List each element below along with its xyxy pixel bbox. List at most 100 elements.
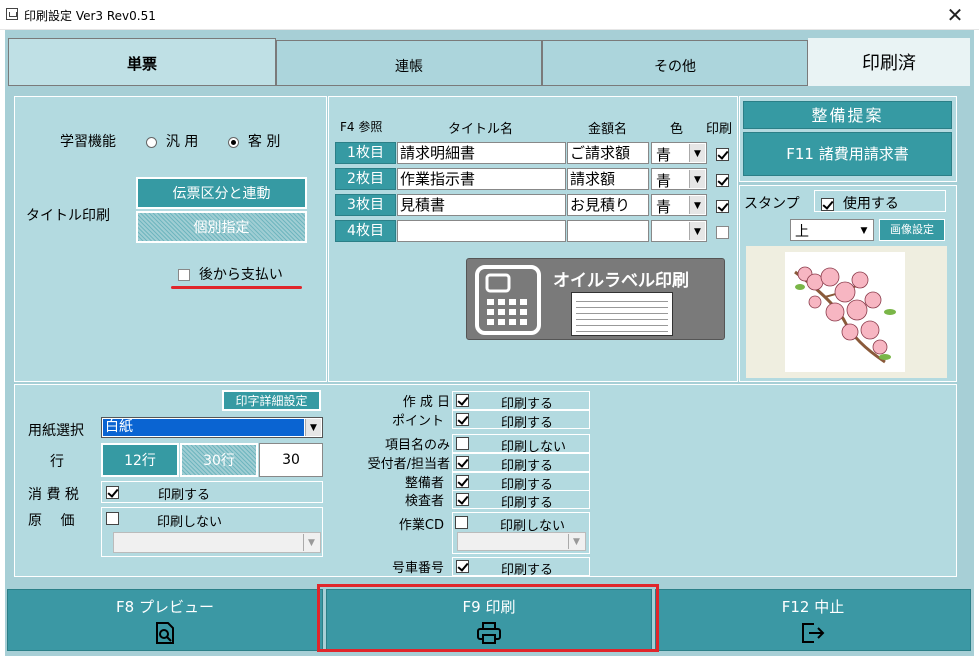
tab-other[interactable]: その他: [542, 40, 808, 86]
close-icon[interactable]: ✕: [935, 2, 975, 28]
stamp-position-select[interactable]: 上 ▼: [790, 219, 874, 241]
row2-color-value: 青: [656, 172, 672, 190]
chevron-down-icon: ▼: [689, 196, 705, 214]
image-settings-button[interactable]: 画像設定: [879, 219, 945, 241]
chevron-down-icon: ▼: [305, 419, 321, 436]
opt-workcd-label: 作業CD: [398, 518, 444, 533]
opt-workcd-check: [455, 516, 468, 529]
tax-checkbox[interactable]: 印刷する: [101, 481, 323, 503]
chevron-down-icon: ▼: [689, 222, 705, 240]
window-title: 印刷設定 Ver3 Rev0.51: [24, 9, 156, 23]
row2-no[interactable]: 2枚目: [335, 168, 396, 190]
rows-30-button[interactable]: 30行: [180, 443, 258, 477]
tab-single[interactable]: 単票: [8, 38, 276, 86]
tab-printed[interactable]: 印刷済: [808, 38, 970, 86]
row1-color-select[interactable]: 青 ▼: [651, 142, 707, 164]
paper-select[interactable]: 白紙 ▼: [101, 417, 323, 438]
opt-inspector-value: 印刷する: [501, 496, 554, 511]
print-detail-settings-button[interactable]: 印字詳細設定: [222, 390, 321, 411]
opt-carno-value: 印刷する: [501, 563, 554, 578]
chevron-down-icon: ▼: [303, 534, 319, 551]
cost-checkbox[interactable]: 印刷しない: [106, 511, 222, 530]
row3-title[interactable]: 見積書: [397, 194, 566, 216]
radio-customer[interactable]: 客 別: [228, 131, 280, 151]
row2-print-check[interactable]: [716, 174, 729, 187]
f12-cancel-button[interactable]: F12 中止: [655, 589, 971, 651]
rows-value-input[interactable]: 30: [259, 443, 323, 477]
row2-amount[interactable]: 請求額: [567, 168, 649, 190]
row3-no[interactable]: 3枚目: [335, 194, 396, 216]
cherry-blossom-image: [785, 252, 905, 372]
opt-carno[interactable]: 印刷する: [452, 557, 590, 578]
radio-general-icon: [146, 136, 157, 148]
col-print: 印刷: [706, 122, 733, 137]
opt-receptionist[interactable]: 印刷する: [452, 453, 590, 474]
row3-amount[interactable]: お見積り: [567, 194, 649, 216]
deferred-pay-checkbox[interactable]: 後から支払い: [178, 264, 283, 284]
stamp-label: スタンプ: [744, 196, 800, 212]
stamp-use-checkbox[interactable]: 使用する: [814, 190, 946, 212]
proposal-button[interactable]: 整備提案: [743, 101, 952, 129]
col-color: 色: [670, 122, 684, 137]
cost-value: 印刷しない: [157, 515, 223, 530]
f11-misc-invoice-button[interactable]: F11 諸費用請求書: [743, 132, 952, 176]
rows-12-button[interactable]: 12行: [101, 443, 179, 477]
f8-preview-button[interactable]: F8 プレビュー: [7, 589, 323, 651]
stamp-use-check-icon: [821, 197, 834, 211]
row4-color-select[interactable]: ▼: [651, 220, 707, 242]
opt-created-check: [456, 394, 469, 407]
chevron-down-icon: ▼: [689, 170, 705, 188]
opt-inspector-label: 検査者: [404, 494, 444, 509]
oil-label-text: オイルラベル印刷: [553, 271, 689, 291]
cost-label: 原 価: [28, 513, 75, 529]
row4-no[interactable]: 4枚目: [335, 220, 396, 242]
opt-itemname-label: 項目名のみ: [384, 438, 450, 453]
f9-highlight-box: [317, 584, 659, 652]
row1-title[interactable]: 請求明細書: [397, 142, 566, 164]
opt-created[interactable]: 印刷する: [452, 391, 590, 412]
opt-carno-check: [456, 560, 469, 573]
f8-label: F8 プレビュー: [116, 598, 214, 616]
paper-select-label: 用紙選択: [28, 423, 84, 439]
oil-label-print-button[interactable]: オイルラベル印刷: [466, 258, 725, 340]
row1-color-value: 青: [656, 146, 672, 164]
opt-point[interactable]: 印刷する: [452, 410, 590, 431]
row1-amount[interactable]: ご請求額: [567, 142, 649, 164]
row4-amount[interactable]: [567, 220, 649, 242]
individual-button[interactable]: 個別指定: [136, 211, 307, 243]
radio-general[interactable]: 汎 用: [146, 131, 198, 151]
row3-color-select[interactable]: 青 ▼: [651, 194, 707, 216]
link-slip-button[interactable]: 伝票区分と連動: [136, 177, 307, 209]
chevron-down-icon: ▼: [568, 534, 584, 549]
opt-workcd[interactable]: 印刷しない: [455, 514, 587, 534]
col-title: タイトル名: [448, 122, 514, 137]
col-f4: F4 参照: [340, 120, 383, 134]
opt-mechanic[interactable]: 印刷する: [452, 472, 590, 493]
stamp-preview: [746, 246, 947, 378]
radio-customer-icon: [228, 136, 239, 148]
opt-inspector[interactable]: 印刷する: [452, 490, 590, 511]
row2-title[interactable]: 作業指示書: [397, 168, 566, 190]
opt-receptionist-check: [456, 456, 469, 469]
workcd-select[interactable]: ▼: [457, 532, 586, 551]
deferred-pay-label: 後から支払い: [198, 267, 283, 283]
preview-icon: [156, 622, 174, 644]
tax-value: 印刷する: [158, 488, 211, 503]
row1-print-check[interactable]: [716, 148, 729, 161]
row3-print-check[interactable]: [716, 200, 729, 213]
opt-mechanic-check: [456, 475, 469, 488]
row2-color-select[interactable]: 青 ▼: [651, 168, 707, 190]
row4-print-check[interactable]: [716, 226, 729, 239]
row1-no[interactable]: 1枚目: [335, 142, 396, 164]
row4-title[interactable]: [397, 220, 566, 242]
chevron-down-icon: ▼: [856, 221, 872, 239]
opt-mechanic-label: 整備者: [404, 476, 444, 491]
opt-itemname[interactable]: 印刷しない: [452, 434, 590, 455]
tab-continuous[interactable]: 連帳: [276, 40, 542, 86]
col-amount: 金額名: [588, 122, 628, 137]
cost-select[interactable]: ▼: [113, 532, 321, 553]
stamp-use-label: 使用する: [842, 196, 899, 212]
calculator-icon: [475, 265, 541, 335]
opt-inspector-check: [456, 493, 469, 506]
radio-general-label: 汎 用: [165, 134, 199, 150]
